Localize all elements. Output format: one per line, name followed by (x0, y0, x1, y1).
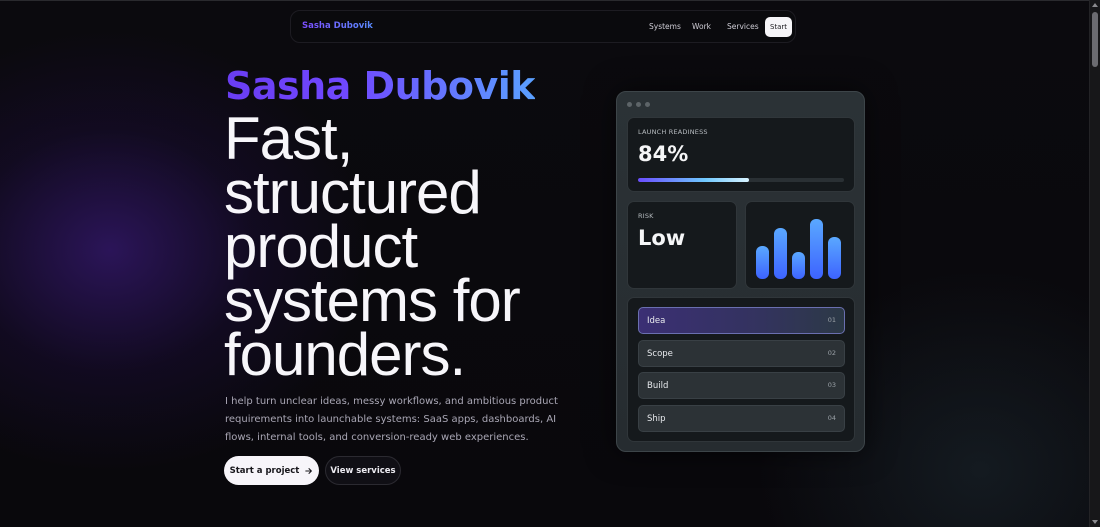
chart-bar (828, 237, 841, 279)
launch-progress-bar (638, 178, 844, 182)
view-services-button[interactable]: View services (325, 456, 401, 485)
step-number: 04 (827, 413, 836, 422)
nav-link-work[interactable]: Work (692, 22, 711, 31)
scrollbar-thumb[interactable] (1092, 12, 1098, 67)
step-ship[interactable]: Ship 04 (638, 404, 845, 432)
arrow-right-icon (305, 467, 313, 474)
start-project-button[interactable]: Start a project (224, 456, 319, 485)
risk-value: Low (638, 226, 686, 250)
bar-chart-tile (745, 201, 855, 289)
step-name: Idea (647, 316, 666, 326)
chart-bar (810, 219, 823, 279)
risk-tile: RISK Low (627, 201, 737, 289)
nav-link-services[interactable]: Services (727, 22, 759, 31)
top-navigation: Sasha Dubovik Systems Work Services Star… (290, 10, 796, 43)
hero-name: Sasha Dubovik (225, 64, 536, 108)
launch-readiness-label: LAUNCH READINESS (638, 128, 708, 136)
step-build[interactable]: Build 03 (638, 372, 845, 399)
headline-line: structured (224, 159, 482, 226)
step-number: 02 (827, 348, 836, 357)
headline-line: product (224, 213, 418, 280)
headline-line: systems for (224, 267, 521, 334)
start-project-label: Start a project (229, 465, 300, 476)
scroll-down-arrow-icon[interactable] (1092, 520, 1098, 524)
launch-readiness-tile: LAUNCH READINESS 84% (627, 117, 855, 192)
hero-description: I help turn unclear ideas, messy workflo… (225, 396, 558, 443)
chart-bar (792, 252, 805, 279)
window-dots (627, 102, 650, 107)
risk-label: RISK (638, 212, 654, 220)
hero-headline: Fast, structured product systems for fou… (224, 105, 624, 388)
launch-progress-fill (638, 178, 750, 182)
chart-bar (774, 228, 787, 279)
nav-start-button[interactable]: Start (765, 17, 792, 37)
step-name: Ship (647, 413, 666, 424)
window-top-edge (0, 0, 1100, 1)
headline-line: founders. (224, 321, 466, 388)
step-scope[interactable]: Scope 02 (638, 339, 845, 367)
step-number: 01 (827, 316, 836, 324)
step-number: 03 (827, 381, 836, 389)
launch-readiness-value: 84% (638, 142, 689, 166)
scrollbar[interactable] (1089, 0, 1100, 527)
headline-line: Fast, (224, 105, 353, 172)
mini-bar-chart (756, 219, 841, 279)
dashboard-card: LAUNCH READINESS 84% RISK Low Idea 01 Scop… (616, 91, 865, 452)
step-name: Scope (647, 348, 673, 359)
nav-link-systems[interactable]: Systems (649, 22, 681, 31)
nav-brand[interactable]: Sasha Dubovik (302, 21, 373, 31)
step-name: Build (647, 381, 669, 391)
workflow-steps-tile: Idea 01 Scope 02 Build 03 Ship 04 (627, 297, 855, 442)
chart-bar (756, 246, 769, 279)
step-idea[interactable]: Idea 01 (638, 307, 845, 334)
scroll-up-arrow-icon[interactable] (1092, 3, 1098, 7)
